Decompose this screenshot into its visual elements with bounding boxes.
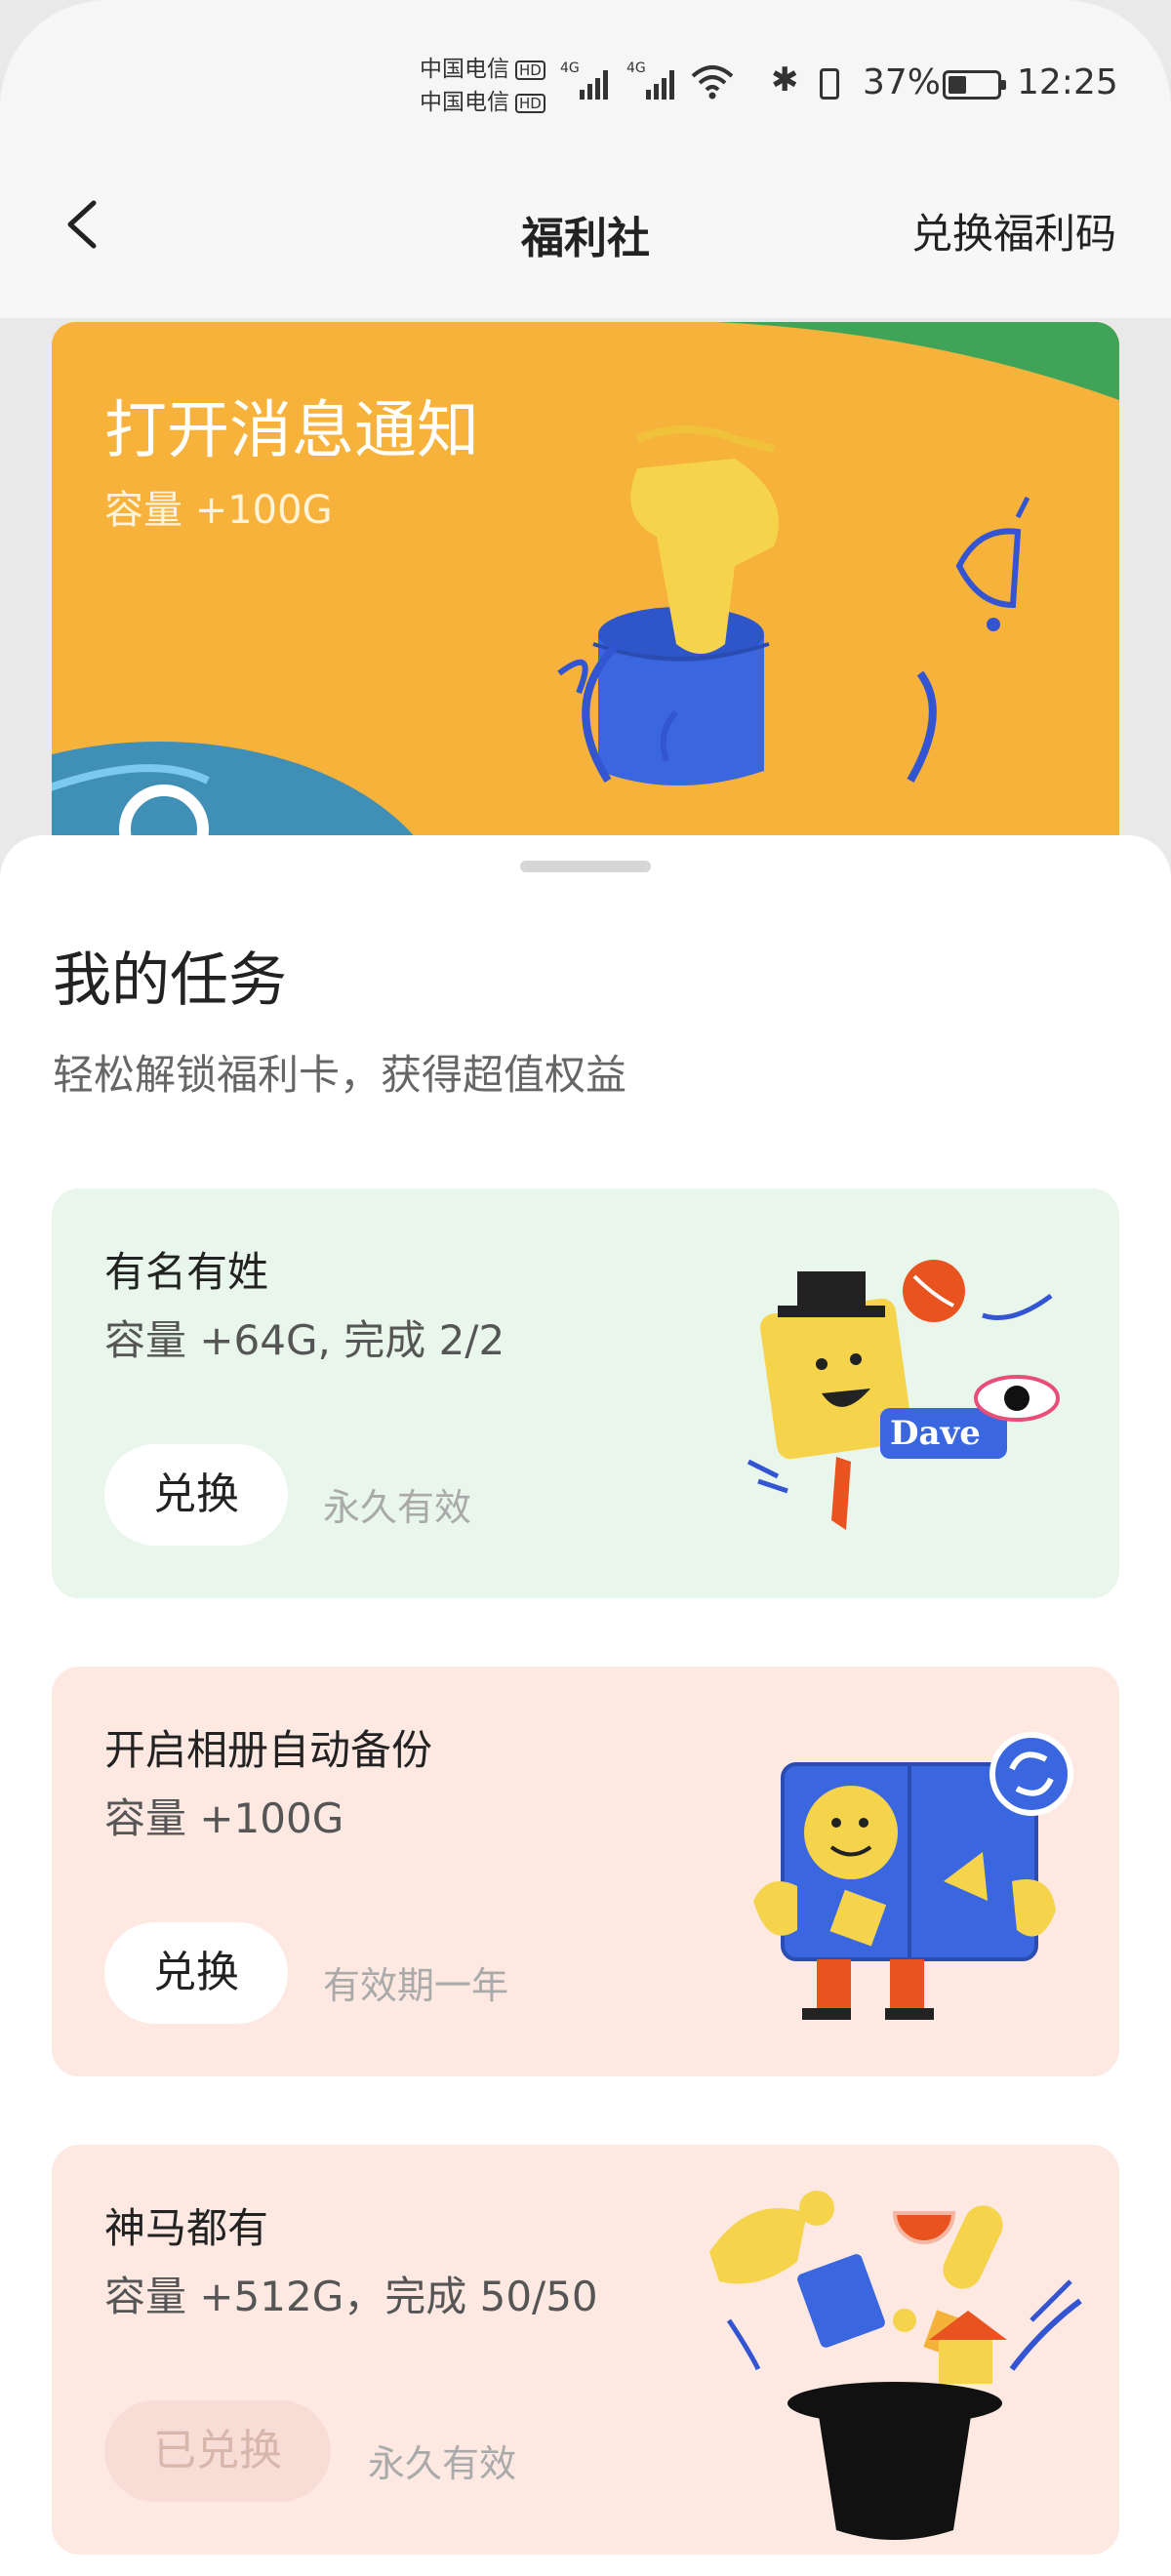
validity-label: 永久有效 bbox=[368, 2442, 517, 2485]
task-title: 有名有姓 bbox=[104, 1248, 269, 1296]
hd-badge: HD bbox=[515, 60, 545, 80]
photo-album-illustration bbox=[753, 1732, 1073, 2020]
section-title: 我的任务 bbox=[53, 946, 287, 1015]
drag-handle[interactable] bbox=[520, 861, 651, 872]
section-subtitle: 轻松解锁福利卡，获得超值权益 bbox=[53, 1051, 627, 1099]
battery-percent: 37% bbox=[863, 62, 942, 102]
task-title: 开启相册自动备份 bbox=[104, 1726, 433, 1774]
task-card: 开启相册自动备份 容量 +100G 兑换 有效期一年 bbox=[52, 1667, 1119, 2076]
signal-icon: 4G bbox=[626, 60, 683, 100]
redeemed-button[interactable]: 已兑换 bbox=[104, 2400, 331, 2502]
task-desc: 容量 +100G bbox=[104, 1794, 344, 1842]
battery-icon bbox=[943, 70, 1006, 100]
task-card: 有名有姓 容量 +64G, 完成 2/2 兑换 永久有效 Dave bbox=[52, 1188, 1119, 1598]
task-desc: 容量 +64G, 完成 2/2 bbox=[104, 1316, 505, 1364]
name-tag-text: Dave bbox=[890, 1414, 981, 1453]
status-bar: 中国电信 HD 中国电信 HD 4G 4G ✱ 37% 12:25 bbox=[0, 0, 1171, 137]
clock: 12:25 bbox=[1017, 62, 1118, 102]
name-tag-illustration: Dave bbox=[747, 1260, 1060, 1530]
task-desc: 容量 +512G，完成 50/50 bbox=[104, 2273, 598, 2320]
notification-banner[interactable]: 打开消息通知 容量 +100G bbox=[52, 322, 1119, 868]
validity-label: 有效期一年 bbox=[323, 1964, 509, 2007]
top-app-bar: 福利社 兑换福利码 bbox=[0, 137, 1171, 318]
vibrate-icon bbox=[820, 68, 839, 100]
banner-title: 打开消息通知 bbox=[104, 395, 479, 467]
wifi-icon bbox=[691, 65, 734, 100]
task-card: 神马都有 容量 +512G，完成 50/50 已兑换 永久有效 bbox=[52, 2145, 1119, 2555]
task-title: 神马都有 bbox=[104, 2204, 269, 2252]
bluetooth-icon: ✱ bbox=[771, 60, 799, 100]
magic-hat-illustration bbox=[709, 2191, 1082, 2540]
carrier-1: 中国电信 bbox=[420, 57, 509, 82]
hd-badge: HD bbox=[515, 93, 545, 113]
signal-icon: 4G bbox=[560, 60, 617, 100]
redeem-button[interactable]: 兑换 bbox=[104, 1444, 288, 1546]
carrier-2: 中国电信 bbox=[420, 90, 509, 115]
redeem-code-link[interactable]: 兑换福利码 bbox=[911, 201, 1116, 261]
redeem-button[interactable]: 兑换 bbox=[104, 1922, 288, 2024]
banner-subtitle: 容量 +100G bbox=[104, 488, 333, 533]
carrier-info: 中国电信 HD 中国电信 HD bbox=[420, 53, 545, 119]
validity-label: 永久有效 bbox=[323, 1486, 472, 1529]
tasks-bottom-sheet: 我的任务 轻松解锁福利卡，获得超值权益 有名有姓 容量 +64G, 完成 2/2… bbox=[0, 835, 1171, 2576]
